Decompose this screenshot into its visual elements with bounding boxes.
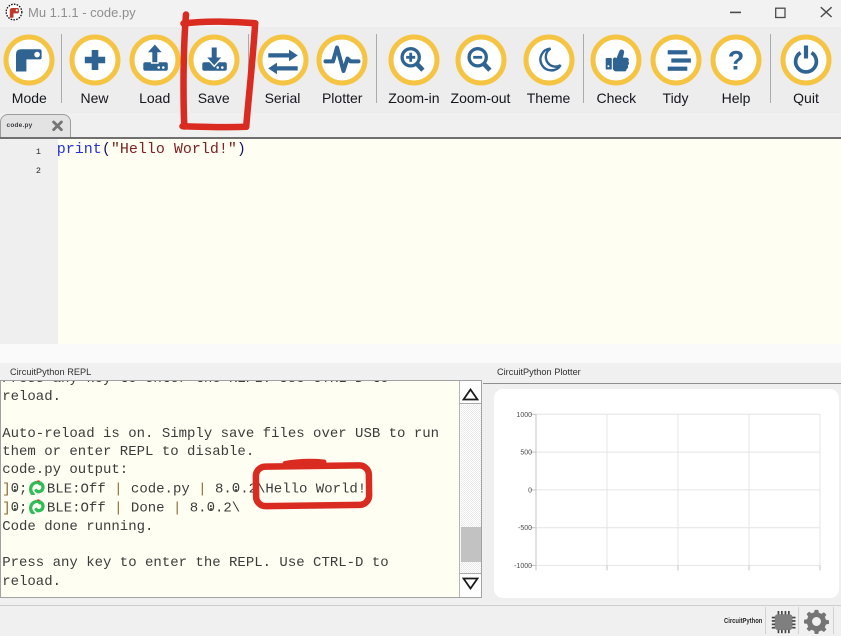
svg-text:500: 500: [520, 450, 532, 457]
svg-text:-1000: -1000: [514, 563, 532, 570]
svg-text:?: ?: [728, 45, 745, 75]
svg-text:1000: 1000: [516, 412, 532, 419]
svg-text:-500: -500: [517, 525, 531, 532]
svg-text:0: 0: [528, 487, 532, 494]
